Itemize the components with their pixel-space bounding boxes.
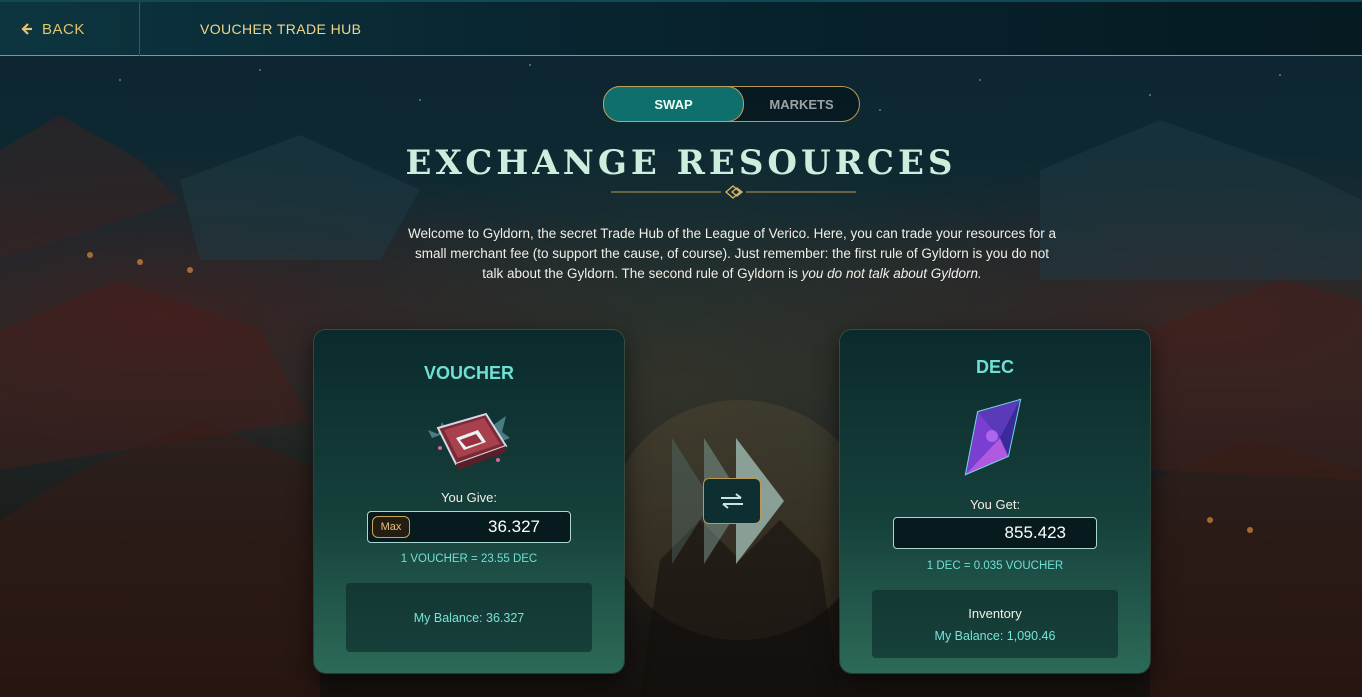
get-amount-field[interactable]: 855.423	[893, 517, 1097, 549]
voucher-icon	[428, 412, 510, 470]
page-title: VOUCHER TRADE HUB	[200, 21, 362, 37]
page-heading: EXCHANGE RESOURCES	[405, 143, 957, 183]
give-amount-field[interactable]: Max 36.327	[367, 511, 571, 543]
back-button[interactable]: BACK	[0, 2, 140, 56]
get-label: You Get:	[969, 497, 1021, 512]
chevron-left-icon	[21, 23, 32, 35]
give-amount-value: 36.327	[488, 517, 540, 536]
get-inventory-panel: Inventory My Balance: 1,090.46	[872, 590, 1118, 658]
intro-emphasis: you do not talk about Gyldorn.	[801, 266, 982, 281]
tab-swap[interactable]: SWAP	[603, 86, 744, 122]
give-balance: My Balance: 36.327	[413, 610, 525, 625]
ornament-divider	[611, 185, 856, 199]
tab-markets[interactable]: MARKETS	[744, 87, 859, 121]
dec-crystal-icon	[964, 398, 1022, 476]
give-rate: 1 VOUCHER = 23.55 DEC	[400, 553, 538, 565]
give-title: VOUCHER	[423, 363, 514, 383]
swap-direction-button[interactable]	[703, 478, 761, 524]
max-button[interactable]: Max	[372, 516, 410, 538]
swap-arrows-icon	[721, 493, 743, 509]
get-rate: 1 DEC = 0.035 VOUCHER	[926, 560, 1064, 572]
intro-text: Welcome to Gyldorn, the secret Trade Hub…	[406, 224, 1058, 284]
inventory-label: Inventory	[968, 605, 1022, 621]
give-label: You Give:	[441, 490, 497, 505]
get-card: DEC You Get: 855.423 1 DEC = 0.035 VOUCH…	[840, 330, 1150, 673]
get-title: DEC	[975, 357, 1014, 377]
give-card: VOUCHER You Give: Max 36.327 1 VOUCHER =…	[314, 330, 624, 673]
view-tabs: SWAP MARKETS	[603, 86, 860, 122]
get-balance: My Balance: 1,090.46	[934, 628, 1056, 643]
top-bar: BACK VOUCHER TRADE HUB	[0, 0, 1362, 56]
give-balance-panel: My Balance: 36.327	[346, 583, 592, 652]
get-amount-value: 855.423	[1004, 523, 1066, 542]
back-label: BACK	[42, 20, 85, 38]
